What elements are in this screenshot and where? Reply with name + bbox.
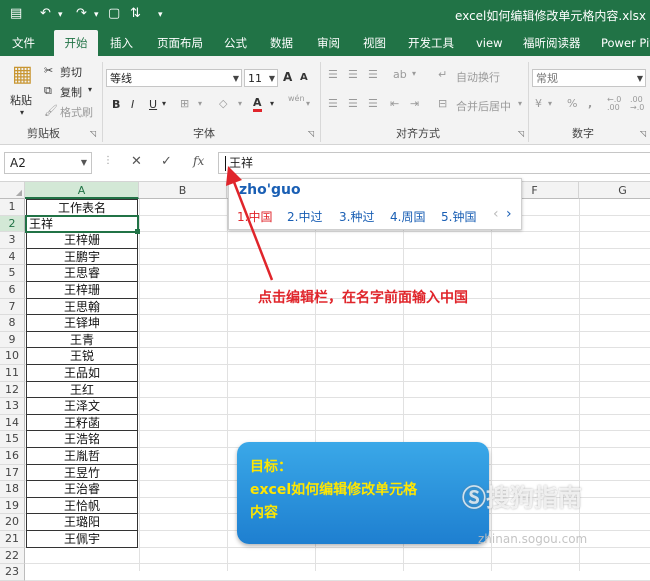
goal-line-3: 内容 bbox=[250, 505, 278, 521]
goal-line-2: excel如何编辑修改单元格 bbox=[250, 482, 418, 498]
fill-handle[interactable] bbox=[135, 229, 140, 235]
watermark-text: 搜狗指南 bbox=[486, 484, 582, 512]
annotation-text: 点击编辑栏，在名字前面输入中国 bbox=[258, 290, 468, 306]
watermark-logo: Ⓢ搜狗指南 bbox=[462, 484, 582, 512]
goal-line-1: 目标： bbox=[250, 459, 292, 475]
goal-box: 目标： excel如何编辑修改单元格 内容 bbox=[237, 442, 489, 544]
active-cell-a2[interactable]: 王祥 bbox=[25, 214, 139, 234]
watermark-url: zhinan.sogou.com bbox=[478, 532, 588, 546]
